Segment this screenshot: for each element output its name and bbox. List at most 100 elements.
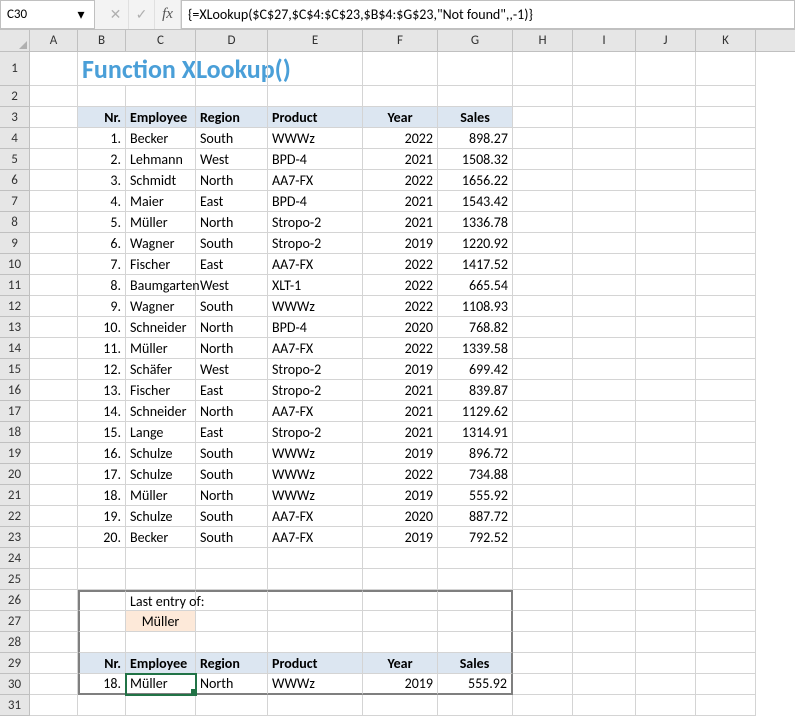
data-sales[interactable]: 887.72 <box>438 506 513 527</box>
data-sales[interactable]: 1417.52 <box>438 254 513 275</box>
confirm-icon[interactable]: ✓ <box>129 0 155 29</box>
cell[interactable] <box>573 611 636 632</box>
cell[interactable] <box>196 695 268 716</box>
cell[interactable] <box>30 506 78 527</box>
col-header[interactable]: D <box>196 30 268 51</box>
cell[interactable] <box>573 359 636 380</box>
row-header[interactable]: 27 <box>0 611 30 632</box>
cell[interactable] <box>636 590 696 611</box>
cell[interactable] <box>573 695 636 716</box>
cell[interactable] <box>196 548 268 569</box>
data-nr[interactable]: 20. <box>78 527 126 548</box>
cell[interactable] <box>696 464 756 485</box>
box-cell[interactable] <box>268 632 363 653</box>
data-employee[interactable]: Becker <box>126 527 196 548</box>
col-header[interactable]: H <box>513 30 573 51</box>
data-year[interactable]: 2022 <box>363 275 438 296</box>
row-header[interactable]: 29 <box>0 653 30 674</box>
data-region[interactable]: North <box>196 170 268 191</box>
cell[interactable] <box>573 590 636 611</box>
cell[interactable] <box>30 464 78 485</box>
data-sales[interactable]: 665.54 <box>438 275 513 296</box>
data-region[interactable]: North <box>196 338 268 359</box>
data-sales[interactable]: 839.87 <box>438 380 513 401</box>
cell[interactable] <box>363 569 438 590</box>
cell[interactable] <box>696 695 756 716</box>
data-product[interactable]: BPD-4 <box>268 149 363 170</box>
row-header[interactable]: 25 <box>0 569 30 590</box>
data-year[interactable]: 2019 <box>363 527 438 548</box>
cell[interactable] <box>30 52 78 86</box>
cell[interactable] <box>78 695 126 716</box>
result-nr[interactable]: 18. <box>78 674 126 695</box>
cell[interactable] <box>696 569 756 590</box>
col-header[interactable]: K <box>696 30 756 51</box>
cell[interactable] <box>30 317 78 338</box>
box-cell[interactable] <box>438 632 513 653</box>
data-year[interactable]: 2019 <box>363 443 438 464</box>
row-header[interactable]: 15 <box>0 359 30 380</box>
box-cell[interactable] <box>268 590 363 611</box>
data-year[interactable]: 2021 <box>363 212 438 233</box>
cell[interactable] <box>696 107 756 128</box>
cell[interactable] <box>30 443 78 464</box>
cell[interactable] <box>696 548 756 569</box>
cell[interactable] <box>636 149 696 170</box>
cell[interactable] <box>268 548 363 569</box>
cell[interactable] <box>513 338 573 359</box>
data-product[interactable]: WWWz <box>268 485 363 506</box>
row-header[interactable]: 26 <box>0 590 30 611</box>
row-header[interactable]: 22 <box>0 506 30 527</box>
cell[interactable] <box>573 338 636 359</box>
cell[interactable] <box>636 485 696 506</box>
cell[interactable] <box>513 611 573 632</box>
data-nr[interactable]: 15. <box>78 422 126 443</box>
data-sales[interactable]: 699.42 <box>438 359 513 380</box>
data-sales[interactable]: 1656.22 <box>438 170 513 191</box>
cell[interactable] <box>696 485 756 506</box>
cell[interactable] <box>438 52 513 86</box>
row-header[interactable]: 7 <box>0 191 30 212</box>
col-header[interactable]: I <box>573 30 636 51</box>
cell[interactable] <box>30 191 78 212</box>
cell[interactable] <box>513 527 573 548</box>
cell[interactable] <box>30 275 78 296</box>
data-year[interactable]: 2021 <box>363 149 438 170</box>
data-employee[interactable]: Müller <box>126 485 196 506</box>
cell[interactable] <box>30 338 78 359</box>
cell[interactable] <box>196 52 268 86</box>
data-nr[interactable]: 7. <box>78 254 126 275</box>
box-cell[interactable] <box>196 590 268 611</box>
cell[interactable] <box>573 401 636 422</box>
cell[interactable] <box>636 212 696 233</box>
cell[interactable] <box>126 86 196 107</box>
data-product[interactable]: Stropo-2 <box>268 422 363 443</box>
cell[interactable] <box>573 52 636 86</box>
cell[interactable] <box>573 527 636 548</box>
box-cell[interactable] <box>363 590 438 611</box>
cell[interactable] <box>513 485 573 506</box>
box-cell[interactable] <box>438 590 513 611</box>
table-header-employee[interactable]: Employee <box>126 107 196 128</box>
data-region[interactable]: South <box>196 233 268 254</box>
data-year[interactable]: 2021 <box>363 422 438 443</box>
cell[interactable] <box>696 380 756 401</box>
data-year[interactable]: 2019 <box>363 359 438 380</box>
data-employee[interactable]: Wagner <box>126 296 196 317</box>
cell[interactable] <box>30 296 78 317</box>
cell[interactable] <box>696 338 756 359</box>
row-header[interactable]: 14 <box>0 338 30 359</box>
row-header[interactable]: 9 <box>0 233 30 254</box>
cell[interactable] <box>513 464 573 485</box>
cell[interactable] <box>696 212 756 233</box>
cell[interactable] <box>30 695 78 716</box>
row-header[interactable]: 24 <box>0 548 30 569</box>
cell[interactable] <box>196 569 268 590</box>
cell[interactable] <box>573 296 636 317</box>
data-region[interactable]: North <box>196 485 268 506</box>
cell[interactable] <box>696 674 756 695</box>
cell[interactable] <box>126 695 196 716</box>
data-year[interactable]: 2021 <box>363 380 438 401</box>
cell[interactable] <box>636 233 696 254</box>
cell[interactable] <box>438 548 513 569</box>
